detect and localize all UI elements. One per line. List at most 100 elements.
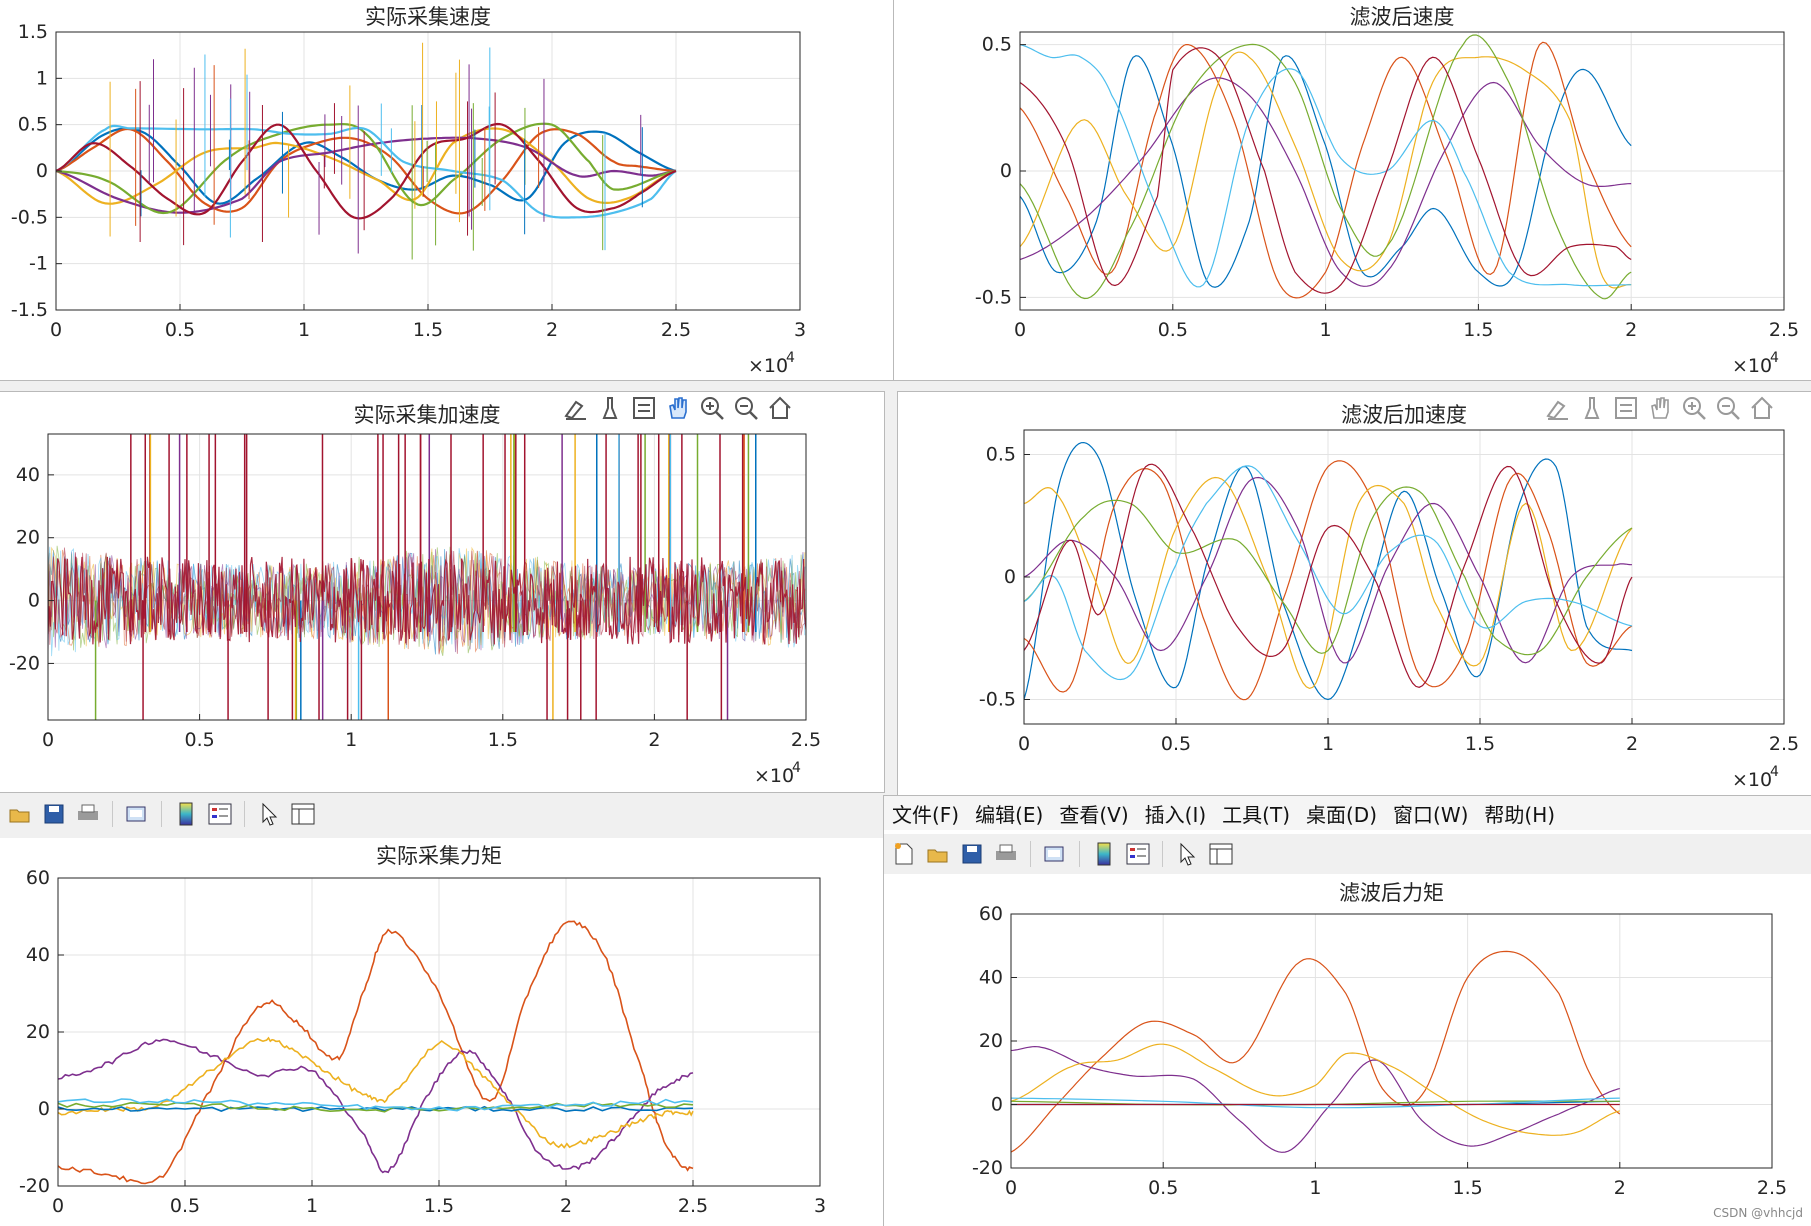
figure-toolbar: [0, 790, 885, 838]
y-tick-label: -0.5: [11, 206, 48, 228]
x-tick-label: 1.5: [1463, 319, 1493, 341]
x-tick-label: 0.5: [1148, 1177, 1178, 1199]
y-tick-label: 40: [16, 464, 40, 486]
menu-tools[interactable]: 工具(T): [1214, 799, 1298, 828]
y-tick-label: 0.5: [18, 114, 48, 136]
raw-torque-chart: 0 0.5 1 1.5 2 2.5 36040200-20实际采集力矩: [0, 838, 885, 1226]
pan-hand-icon[interactable]: [664, 394, 692, 426]
menu-help[interactable]: 帮助(H): [1476, 799, 1563, 828]
x-tick-label: 1.5: [1465, 733, 1495, 755]
x-tick-label: 1: [345, 729, 357, 751]
filtered-torque-chart: 0 0.5 1 1.5 2 2.56040200-20滤波后力矩: [884, 878, 1811, 1226]
brush-edit-icon[interactable]: [562, 394, 590, 426]
y-tick-label: 1.5: [18, 21, 48, 43]
x-tick-label: 2: [1614, 1177, 1626, 1199]
x-tick-label: 1: [1309, 1177, 1321, 1199]
x-tick-label: 2.5: [678, 1195, 708, 1217]
y-tick-label: 40: [979, 967, 1003, 989]
x-tick-label: 0: [1018, 733, 1030, 755]
zoom-out-icon[interactable]: [1714, 394, 1742, 426]
zoom-in-icon[interactable]: [698, 394, 726, 426]
menu-insert[interactable]: 插入(I): [1137, 799, 1215, 828]
x-exponent-power: 4: [792, 760, 801, 776]
y-tick-label: 0.5: [982, 34, 1012, 56]
brush-edit-icon[interactable]: [1544, 394, 1572, 426]
y-tick-label: -20: [972, 1157, 1003, 1179]
x-tick-label: 1: [298, 319, 310, 341]
x-tick-label: 0.5: [170, 1195, 200, 1217]
data-cursor-icon[interactable]: [596, 394, 624, 426]
save-icon[interactable]: [958, 840, 986, 868]
toolbar-separator: [244, 801, 245, 827]
y-tick-label: 0: [38, 1098, 50, 1120]
x-tick-label: 3: [814, 1195, 826, 1217]
zoom-in-icon[interactable]: [1680, 394, 1708, 426]
menu-desktop[interactable]: 桌面(D): [1298, 799, 1385, 828]
home-icon[interactable]: [766, 394, 794, 426]
x-tick-label: 2.5: [661, 319, 691, 341]
y-tick-label: -20: [19, 1175, 50, 1197]
print-icon[interactable]: [992, 840, 1020, 868]
legend-toggle-icon[interactable]: [630, 394, 658, 426]
figure-window-filtered-velocity: 0 0.5 1 1.5 2 2.5 0.5 0 -0.5 ×10 4 滤波后速度: [894, 0, 1811, 380]
x-exponent-label: ×10: [748, 355, 788, 377]
menu-edit[interactable]: 编辑(E): [967, 799, 1051, 828]
x-tick-label: 0.5: [1158, 319, 1188, 341]
y-tick-label: 60: [26, 867, 50, 889]
y-tick-label: -1.5: [11, 299, 48, 321]
toolbar-separator: [112, 801, 113, 827]
x-tick-label: 3: [794, 319, 806, 341]
x-tick-label: 2.5: [791, 729, 821, 751]
y-tick-label: 20: [26, 1021, 50, 1043]
open-folder-icon[interactable]: [924, 840, 952, 868]
menu-bar: 文件(F) 编辑(E) 查看(V) 插入(I) 工具(T) 桌面(D) 窗口(W…: [884, 796, 1811, 830]
legend-icon[interactable]: [206, 800, 234, 828]
legend-icon[interactable]: [1124, 840, 1152, 868]
y-tick-label: 20: [979, 1030, 1003, 1052]
home-icon[interactable]: [1748, 394, 1776, 426]
toolbar-separator: [1079, 841, 1080, 867]
chart-title: 实际采集力矩: [376, 844, 502, 868]
figure-window-filtered-acceleration: 0 0.5 1 1.5 2 2.5 0.5 0 -0.5 ×10 4 滤波后加速度: [898, 392, 1811, 800]
property-inspector-icon[interactable]: [1207, 840, 1235, 868]
print-preview-icon[interactable]: [1041, 840, 1069, 868]
figure-toolbar: [884, 834, 1811, 874]
axes-toolbar: [562, 394, 794, 426]
print-preview-icon[interactable]: [123, 800, 151, 828]
menu-file[interactable]: 文件(F): [884, 799, 967, 828]
x-tick-label: 2: [560, 1195, 572, 1217]
figure-window-filtered-torque: 文件(F) 编辑(E) 查看(V) 插入(I) 工具(T) 桌面(D) 窗口(W…: [884, 796, 1811, 1226]
x-exponent-power: 4: [1770, 350, 1779, 366]
property-inspector-icon[interactable]: [289, 800, 317, 828]
x-tick-label: 1.5: [424, 1195, 454, 1217]
figure-window-raw-acceleration: 0 0.5 1 1.5 2 2.5 40 20 0 -20 ×10 4 实际采集加速度: [0, 392, 884, 792]
x-tick-label: 2: [1626, 733, 1638, 755]
x-tick-label: 1: [306, 1195, 318, 1217]
pan-hand-icon[interactable]: [1646, 394, 1674, 426]
filtered-velocity-chart: 0 0.5 1 1.5 2 2.50.50-0.5×104滤波后速度: [975, 5, 1799, 377]
data-cursor-icon[interactable]: [1578, 394, 1606, 426]
menu-view[interactable]: 查看(V): [1051, 799, 1136, 828]
colorbar-icon[interactable]: [1090, 840, 1118, 868]
x-tick-label: 1.5: [413, 319, 443, 341]
save-icon[interactable]: [40, 800, 68, 828]
legend-toggle-icon[interactable]: [1612, 394, 1640, 426]
x-tick-label: 2.5: [1757, 1177, 1787, 1199]
pointer-icon[interactable]: [1173, 840, 1201, 868]
menu-window[interactable]: 窗口(W): [1385, 799, 1476, 828]
y-tick-label: 20: [16, 527, 40, 549]
chart-title: 滤波后力矩: [1339, 881, 1444, 905]
print-icon[interactable]: [74, 800, 102, 828]
pointer-icon[interactable]: [255, 800, 283, 828]
x-tick-label: 2: [546, 319, 558, 341]
colorbar-icon[interactable]: [172, 800, 200, 828]
x-exponent-power: 4: [1770, 764, 1779, 780]
y-tick-label: -20: [9, 652, 40, 674]
x-exponent-label: ×10: [1732, 355, 1772, 377]
raw-acceleration-chart: 0 0.5 1 1.5 2 2.5 40 20 0 -20 ×104 实际采集加速度: [9, 403, 821, 787]
zoom-out-icon[interactable]: [732, 394, 760, 426]
x-tick-label: 0.5: [184, 729, 214, 751]
open-folder-icon[interactable]: [6, 800, 34, 828]
chart-title: 实际采集速度: [365, 5, 491, 29]
new-file-icon[interactable]: [890, 840, 918, 868]
